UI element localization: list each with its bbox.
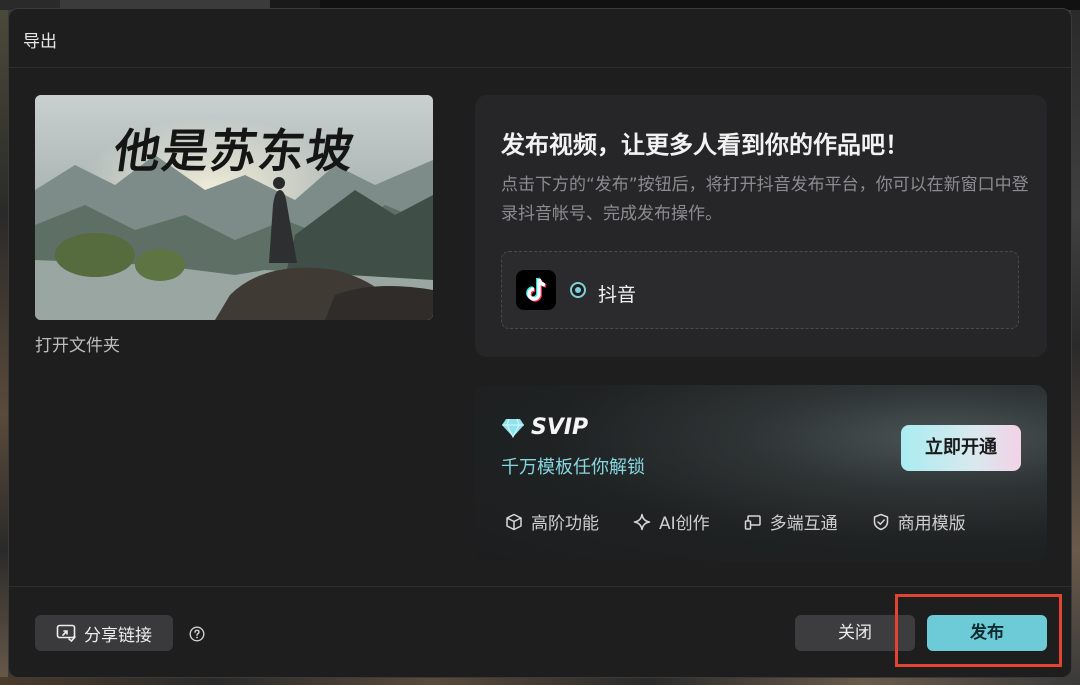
diamond-icon bbox=[502, 418, 524, 438]
feature-label: AI创作 bbox=[659, 514, 710, 534]
thumbnail-title: 他是苏东坡 bbox=[110, 124, 359, 178]
background-strip-left bbox=[0, 10, 8, 685]
feature-label: 多端互通 bbox=[769, 514, 838, 534]
publish-card: 发布视频，让更多人看到你的作品吧！ 点击下方的“发布”按钮后，将打开抖音发布平台… bbox=[475, 95, 1047, 357]
tiktok-icon bbox=[516, 270, 556, 310]
share-link-button[interactable]: 分享链接 bbox=[35, 615, 173, 651]
help-icon[interactable] bbox=[189, 626, 205, 642]
feature-label: 商用模版 bbox=[897, 514, 966, 534]
svip-label: SVIP bbox=[531, 415, 589, 440]
title-bar: 导出 bbox=[9, 9, 1071, 68]
video-thumbnail[interactable]: 他是苏东坡 bbox=[35, 95, 433, 320]
shield-check-icon bbox=[873, 513, 888, 530]
share-screen-icon bbox=[56, 624, 76, 642]
publish-heading: 发布视频，让更多人看到你的作品吧！ bbox=[501, 131, 909, 159]
background-strip-right bbox=[1071, 10, 1080, 685]
platform-option-douyin[interactable]: 抖音 bbox=[501, 251, 1019, 329]
svip-promo-card: SVIP 千万模板任你解锁 立即开通 高阶功能 AI创作 多端互通 商用模版 bbox=[475, 385, 1047, 561]
svip-subtitle: 千万模板任你解锁 bbox=[501, 457, 645, 478]
open-folder-link[interactable]: 打开文件夹 bbox=[35, 331, 120, 356]
share-link-label: 分享链接 bbox=[84, 625, 152, 646]
footer-divider bbox=[9, 586, 1071, 587]
highlight-box bbox=[895, 594, 1062, 667]
platform-radio[interactable] bbox=[570, 282, 586, 298]
devices-icon bbox=[744, 514, 761, 530]
subscribe-now-button[interactable]: 立即开通 bbox=[901, 425, 1021, 471]
sparkle-icon bbox=[633, 513, 651, 530]
background-strip-bottom bbox=[0, 677, 1080, 685]
feature-item: 多端互通 bbox=[744, 509, 838, 534]
feature-item: 高阶功能 bbox=[505, 509, 599, 534]
dialog-title: 导出 bbox=[23, 32, 57, 52]
feature-item: 商用模版 bbox=[872, 509, 966, 534]
publish-description: 点击下方的“发布”按钮后，将打开抖音发布平台，你可以在新窗口中登录抖音帐号、完成… bbox=[501, 175, 1029, 224]
feature-label: 高阶功能 bbox=[531, 514, 599, 534]
export-dialog: 导出 他是苏东坡 打开文件夹 发布视频，让更多人看到你的作品吧！ 点击下方的“发… bbox=[8, 8, 1072, 678]
svip-feature-list: 高阶功能 AI创作 多端互通 商用模版 bbox=[505, 509, 1000, 534]
feature-item: AI创作 bbox=[633, 509, 710, 534]
platform-name: 抖音 bbox=[598, 284, 637, 306]
cube-icon bbox=[506, 513, 522, 530]
